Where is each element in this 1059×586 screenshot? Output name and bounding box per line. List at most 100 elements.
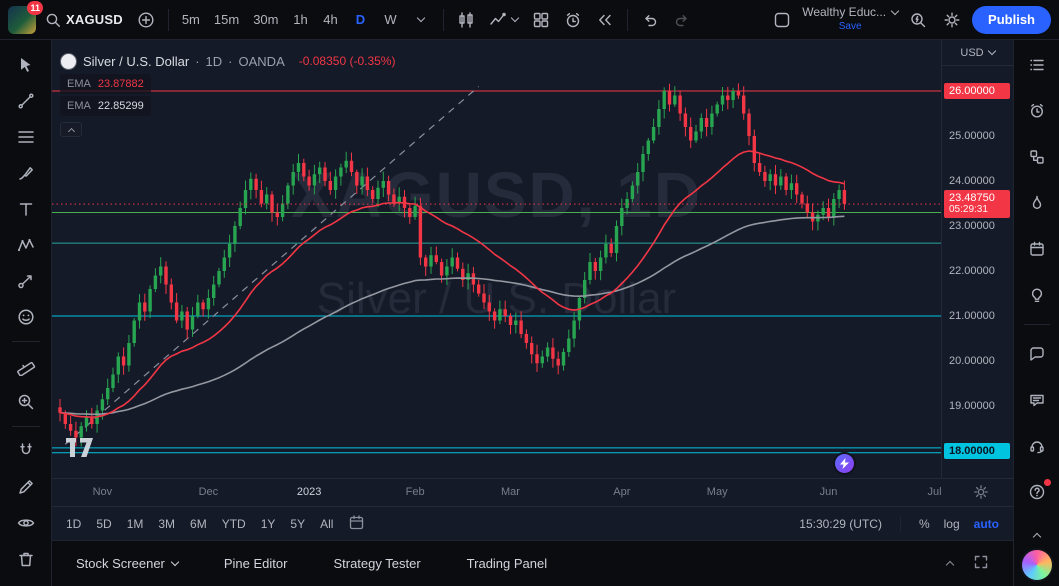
text-tool-button[interactable] — [8, 193, 44, 225]
panel-maximize-button[interactable] — [973, 554, 989, 573]
object-tree-button[interactable] — [1019, 140, 1055, 174]
minds-button[interactable] — [1019, 337, 1055, 371]
range-1y[interactable]: 1Y — [261, 517, 276, 531]
zoom-in-tool-button[interactable] — [8, 386, 44, 418]
indicators-button[interactable] — [484, 6, 523, 34]
symbol-legend-row[interactable]: Silver / U.S. Dollar · 1D · OANDA -0.083… — [60, 50, 395, 72]
go-to-date-button[interactable] — [348, 514, 365, 534]
drawing-toolbar — [0, 40, 52, 586]
hide-drawings-button[interactable] — [8, 507, 44, 539]
symbol-search-button[interactable]: XAGUSD — [40, 6, 128, 34]
range-all[interactable]: All — [320, 517, 333, 531]
time-axis-label: May — [700, 486, 734, 498]
tab-label: Stock Screener — [76, 556, 165, 571]
layout-name-menu[interactable]: Wealthy Educ... Save — [802, 6, 898, 33]
sidebar-collapse-button[interactable] — [1019, 526, 1055, 544]
current-price-badge: 23.48750 05:29:31 — [944, 190, 1010, 218]
tab-strategy-tester[interactable]: Strategy Tester — [333, 556, 420, 571]
panel-expand-button[interactable] — [947, 556, 953, 571]
timeframe-30m[interactable]: 30m — [248, 6, 283, 34]
timeframe-1d[interactable]: D — [347, 6, 373, 34]
range-1d[interactable]: 1D — [66, 517, 81, 531]
tab-trading-panel[interactable]: Trading Panel — [467, 556, 547, 571]
toolbar-separator — [12, 426, 40, 427]
settings-button[interactable] — [938, 6, 966, 34]
emoji-tool-button[interactable] — [8, 301, 44, 333]
price-axis-label: 22.00000 — [949, 263, 995, 279]
notification-dot — [1044, 479, 1051, 486]
timeframe-menu-button[interactable] — [407, 6, 435, 34]
toolbar-separator — [627, 9, 628, 31]
time-axis[interactable]: NovDec2023FebMarAprMayJunJul — [52, 478, 1013, 506]
layout-grid-button[interactable] — [527, 6, 555, 34]
gear-icon — [943, 11, 961, 29]
bar-replay-button[interactable] — [591, 6, 619, 34]
calendar-icon — [1028, 240, 1046, 258]
forecast-tool-button[interactable] — [8, 265, 44, 297]
timeframe-1w[interactable]: W — [377, 6, 403, 34]
timeframe-5m[interactable]: 5m — [177, 6, 205, 34]
cursor-tool-button[interactable] — [8, 49, 44, 81]
calendar-button[interactable] — [1019, 232, 1055, 266]
chat-square-icon — [1028, 391, 1046, 409]
candlestick-icon — [457, 11, 475, 29]
fib-retracement-tool-button[interactable] — [8, 121, 44, 153]
price-axis-label: 24.00000 — [949, 173, 995, 189]
tradingview-logo[interactable] — [66, 438, 100, 463]
magnet-mode-button[interactable] — [8, 435, 44, 467]
range-ytd[interactable]: YTD — [222, 517, 246, 531]
tab-pine-editor[interactable]: Pine Editor — [224, 556, 288, 571]
range-1m[interactable]: 1M — [127, 517, 144, 531]
watchlist-button[interactable] — [1019, 48, 1055, 82]
help-button[interactable] — [1019, 475, 1055, 509]
indicators-icon — [489, 11, 507, 29]
alerts-button[interactable] — [1019, 94, 1055, 128]
quick-search-button[interactable] — [904, 6, 932, 34]
xabcd-pattern-tool-button[interactable] — [8, 229, 44, 261]
currency-selector[interactable]: USD — [942, 40, 1013, 66]
collapse-legend-button[interactable] — [60, 122, 82, 137]
legend-symbol-title[interactable]: Silver / U.S. Dollar — [83, 54, 189, 69]
currency-label: USD — [960, 47, 983, 59]
timeframe-1h[interactable]: 1h — [287, 6, 313, 34]
timeframe-15m[interactable]: 15m — [209, 6, 244, 34]
indicator-legend-ema-fast[interactable]: EMA 23.87882 — [60, 74, 151, 94]
brush-tool-button[interactable] — [8, 157, 44, 189]
alert-button[interactable] — [559, 6, 587, 34]
redo-button[interactable] — [668, 6, 696, 34]
remove-drawings-button[interactable] — [8, 543, 44, 575]
drawing-mode-button[interactable] — [8, 471, 44, 503]
auto-scale-button[interactable]: auto — [974, 517, 999, 531]
price-axis-label: 20.00000 — [949, 353, 995, 369]
indicator-legend-ema-slow[interactable]: EMA 22.85299 — [60, 96, 151, 116]
percent-scale-button[interactable]: % — [919, 517, 930, 531]
undo-button[interactable] — [636, 6, 664, 34]
layout-select-button[interactable] — [768, 6, 796, 34]
price-axis[interactable]: USD 23.48750 05:29:31 26.0000025.0000024… — [941, 40, 1013, 478]
streams-button[interactable] — [1019, 429, 1055, 463]
tab-stock-screener[interactable]: Stock Screener — [76, 556, 178, 571]
chart-area[interactable]: XAGUSD, 1D Silver / U.S. Dollar Silver /… — [52, 40, 1013, 506]
measure-tool-button[interactable] — [8, 350, 44, 382]
save-status[interactable]: Save — [839, 20, 862, 33]
ideas-button[interactable] — [1019, 278, 1055, 312]
clock-utc[interactable]: 15:30:29 (UTC) — [799, 517, 882, 531]
chat-cloud-icon — [1028, 345, 1046, 363]
range-5d[interactable]: 5D — [96, 517, 111, 531]
trend-line-tool-button[interactable] — [8, 85, 44, 117]
publish-button[interactable]: Publish — [972, 6, 1051, 34]
hotlists-button[interactable] — [1019, 186, 1055, 220]
axis-settings-button[interactable] — [973, 484, 989, 505]
compare-add-button[interactable] — [132, 6, 160, 34]
log-scale-button[interactable]: log — [944, 517, 960, 531]
range-5y[interactable]: 5Y — [290, 517, 305, 531]
range-6m[interactable]: 6M — [190, 517, 207, 531]
user-menu-logo[interactable]: 11 — [8, 6, 36, 34]
flame-icon — [1028, 194, 1046, 212]
chat-button[interactable] — [1019, 383, 1055, 417]
chart-style-button[interactable] — [452, 6, 480, 34]
extension-icon[interactable] — [1022, 550, 1052, 580]
timeframe-4h[interactable]: 4h — [317, 6, 343, 34]
range-3m[interactable]: 3M — [158, 517, 175, 531]
price-axis-label: 18.00000 — [944, 443, 1010, 459]
